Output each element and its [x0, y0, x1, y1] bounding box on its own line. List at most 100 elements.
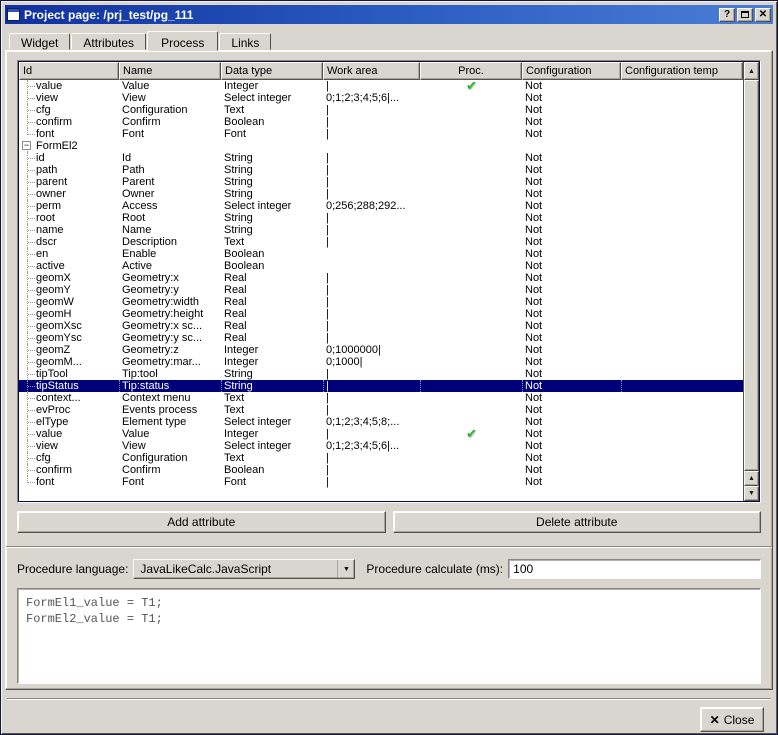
tab-attributes[interactable]: Attributes — [71, 33, 146, 50]
column-header-data-type[interactable]: Data type — [221, 62, 323, 80]
table-row[interactable]: confirm Confirm Boolean | Not — [19, 464, 743, 476]
table-row[interactable]: cfg Configuration Text | Not — [19, 104, 743, 116]
table-row[interactable]: confirm Confirm Boolean | Not — [19, 116, 743, 128]
table-row[interactable]: context... Context menu Text | Not — [19, 392, 743, 404]
table-row[interactable]: font Font Font | Not — [19, 476, 743, 488]
table-row[interactable]: tipTool Tip:tool String | Not — [19, 368, 743, 380]
table-row[interactable]: active Active Boolean Not — [19, 260, 743, 272]
close-button-label: Close — [724, 713, 755, 727]
tree-branch-icon — [22, 272, 36, 284]
arrow-up-icon: ▲ — [748, 475, 755, 482]
column-header-work-area[interactable]: Work area — [323, 62, 420, 80]
table-row[interactable]: root Root String | Not — [19, 212, 743, 224]
table-row[interactable]: geomX Geometry:x Real | Not — [19, 272, 743, 284]
window-icon — [7, 8, 20, 21]
window-close-button[interactable]: ✕ — [755, 8, 771, 22]
tree-branch-icon — [22, 404, 36, 416]
column-header-configuration-temp[interactable]: Configuration temp — [621, 62, 743, 80]
procedure-language-select[interactable]: JavaLikeCalc.JavaScript ▼ — [133, 559, 355, 579]
close-icon: ✕ — [759, 10, 767, 20]
add-attribute-button[interactable]: Add attribute — [17, 511, 386, 533]
tree-branch-icon — [22, 188, 36, 200]
close-button[interactable]: ✕ Close — [700, 707, 764, 732]
scroll-up-button[interactable]: ▲ — [744, 62, 759, 80]
tree-branch-icon — [22, 416, 36, 428]
tree-branch-icon — [22, 464, 36, 476]
table-row[interactable]: elType Element type Select integer 0;1;2… — [19, 416, 743, 428]
tree-branch-icon — [22, 104, 36, 116]
tree-branch-icon — [22, 476, 36, 488]
column-header-id[interactable]: Id — [19, 62, 119, 80]
table-row[interactable]: value Value Integer | ✔ Not — [19, 80, 743, 92]
proc-check-icon: ✔ — [466, 80, 477, 92]
table-row[interactable]: id Id String | Not — [19, 152, 743, 164]
chevron-down-icon: ▼ — [337, 560, 354, 578]
scroll-up-button-bottom[interactable]: ▲ — [744, 471, 759, 486]
procedure-code[interactable]: FormEl1_value = T1; FormEl2_value = T1; — [17, 588, 761, 684]
table-row[interactable]: cfg Configuration Text | Not — [19, 452, 743, 464]
project-page-window: Project page: /prj_test/pg_111 ? ✕ Widge… — [0, 0, 778, 735]
column-header-name[interactable]: Name — [119, 62, 221, 80]
table-row[interactable]: view View Select integer 0;1;2;3;4;5;6|.… — [19, 440, 743, 452]
tree-branch-icon — [22, 368, 36, 380]
table-row[interactable]: tipStatus Tip:status String | Not — [19, 380, 743, 392]
procedure-calc-input[interactable] — [508, 559, 761, 579]
arrow-down-icon: ▼ — [748, 490, 755, 497]
table-row[interactable]: parent Parent String | Not — [19, 176, 743, 188]
maximize-button[interactable] — [737, 8, 753, 22]
table-row[interactable]: value Value Integer | ✔ Not — [19, 428, 743, 440]
column-header-proc[interactable]: Proc. — [420, 62, 522, 80]
table-row[interactable]: view View Select integer 0;1;2;3;4;5;6|.… — [19, 92, 743, 104]
help-button[interactable]: ? — [719, 8, 735, 22]
table-row[interactable]: en Enable Boolean Not — [19, 248, 743, 260]
tab-widget[interactable]: Widget — [9, 33, 70, 50]
tree-branch-icon — [22, 212, 36, 224]
tree-branch-icon — [22, 284, 36, 296]
scroll-down-button[interactable]: ▼ — [744, 486, 759, 501]
table-row[interactable]: perm Access Select integer 0;256;288;292… — [19, 200, 743, 212]
table-row[interactable]: font Font Font | Not — [19, 128, 743, 140]
window-title: Project page: /prj_test/pg_111 — [23, 8, 716, 22]
tree-branch-icon — [22, 80, 36, 92]
tree-branch-icon — [22, 176, 36, 188]
tree-branch-icon — [22, 356, 36, 368]
tree-branch-icon — [22, 392, 36, 404]
table-row[interactable]: geomXsc Geometry:x sc... Real | Not — [19, 320, 743, 332]
attribute-table-body: value Value Integer | ✔ Not view View Se… — [19, 80, 743, 501]
table-row[interactable]: name Name String | Not — [19, 224, 743, 236]
table-row[interactable]: geomY Geometry:y Real | Not — [19, 284, 743, 296]
table-row[interactable]: geomW Geometry:width Real | Not — [19, 296, 743, 308]
table-row[interactable]: evProc Events process Text | Not — [19, 404, 743, 416]
tree-branch-icon — [22, 308, 36, 320]
table-row[interactable]: path Path String | Not — [19, 164, 743, 176]
vertical-scrollbar[interactable]: ▲ ▲ ▼ — [743, 62, 759, 501]
tree-branch-icon — [22, 152, 36, 164]
procedure-calc-label: Procedure calculate (ms): — [366, 562, 503, 576]
scrollbar-thumb[interactable] — [744, 80, 759, 471]
procedure-language-value: JavaLikeCalc.JavaScript — [134, 562, 337, 576]
table-row[interactable]: geomZ Geometry:z Integer 0;1000000| Not — [19, 344, 743, 356]
tree-branch-icon: − — [22, 140, 36, 152]
table-row[interactable]: geomYsc Geometry:y sc... Real | Not — [19, 332, 743, 344]
tree-branch-icon — [22, 296, 36, 308]
table-row[interactable]: geomM... Geometry:mar... Integer 0;1000|… — [19, 356, 743, 368]
tree-branch-icon — [22, 332, 36, 344]
help-icon: ? — [724, 10, 730, 20]
close-button-icon: ✕ — [710, 713, 720, 727]
tab-links[interactable]: Links — [219, 33, 271, 50]
table-row[interactable]: −FormEl2 — [19, 140, 743, 152]
table-row[interactable]: owner Owner String | Not — [19, 188, 743, 200]
delete-attribute-button[interactable]: Delete attribute — [393, 511, 762, 533]
maximize-icon — [741, 11, 749, 18]
tree-branch-icon — [22, 452, 36, 464]
tree-branch-icon — [22, 128, 36, 140]
tab-process[interactable]: Process — [147, 31, 218, 51]
table-row[interactable]: dscr Description Text | Not — [19, 236, 743, 248]
tree-collapse-box[interactable]: − — [22, 141, 31, 150]
tab-bar: Widget Attributes Process Links — [5, 30, 773, 50]
column-header-configuration[interactable]: Configuration — [522, 62, 621, 80]
tree-branch-icon — [22, 428, 36, 440]
proc-check-icon: ✔ — [466, 428, 477, 440]
table-row[interactable]: geomH Geometry:height Real | Not — [19, 308, 743, 320]
title-bar[interactable]: Project page: /prj_test/pg_111 ? ✕ — [5, 5, 773, 24]
